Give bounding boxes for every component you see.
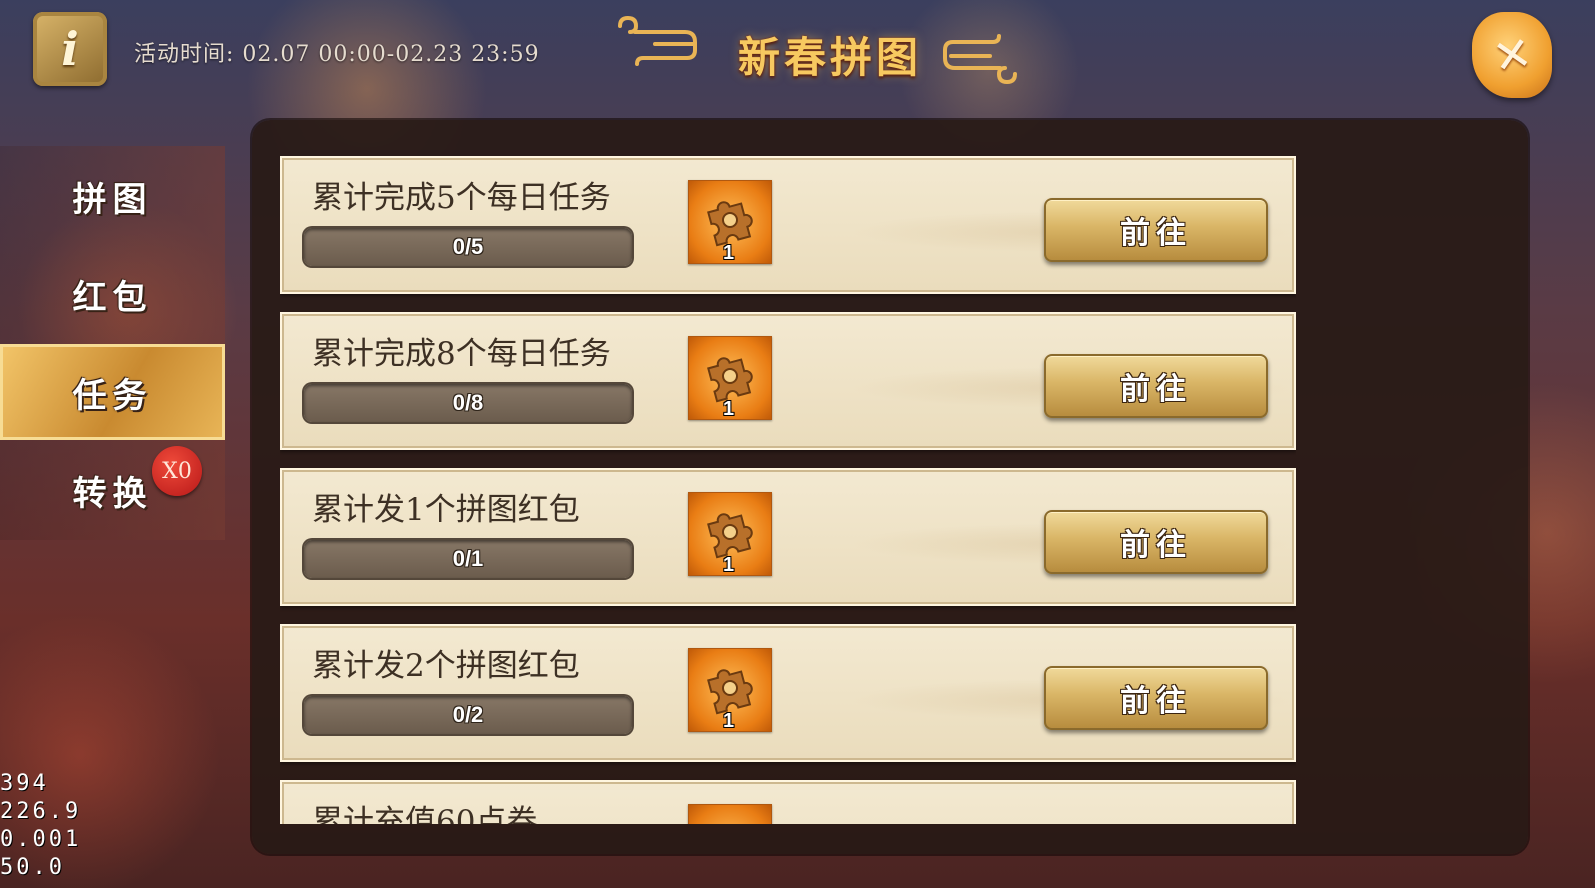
- close-button[interactable]: ✕: [1472, 12, 1552, 98]
- info-icon: i: [61, 22, 79, 76]
- tab-red-packet[interactable]: 红包: [0, 246, 225, 342]
- debug-stats: 394 226.9 0.001 50.0: [0, 770, 81, 882]
- progress-bar: 0/1: [304, 540, 632, 578]
- close-icon: ✕: [1488, 25, 1536, 85]
- reward-count: 1: [723, 710, 735, 732]
- reward-item[interactable]: 1: [688, 336, 772, 420]
- progress-text: 0/1: [452, 546, 484, 571]
- task-title: 累计发2个拼图红包: [312, 648, 580, 684]
- progress-text: 0/2: [452, 702, 484, 727]
- tab-puzzle[interactable]: 拼图: [0, 148, 225, 244]
- puzzle-piece-icon: [697, 811, 763, 824]
- task-row: 累计发1个拼图红包 0/1 1 前往: [280, 468, 1296, 606]
- progress-text: 0/5: [452, 234, 484, 259]
- info-button[interactable]: i: [33, 12, 107, 86]
- reward-count: 1: [723, 398, 735, 420]
- go-button[interactable]: 前往: [1044, 354, 1268, 418]
- reward-item[interactable]: 1: [688, 648, 772, 732]
- go-button[interactable]: 前往: [1044, 198, 1268, 262]
- progress-bar: 0/2: [304, 696, 632, 734]
- debug-line: 226.9: [0, 799, 82, 824]
- progress-bar: 0/5: [304, 228, 632, 266]
- task-row: 累计完成5个每日任务 0/5 1 前往: [280, 156, 1296, 294]
- task-row: 累计发2个拼图红包 0/2 1 前往: [280, 624, 1296, 762]
- reward-item[interactable]: 1: [688, 492, 772, 576]
- task-list[interactable]: 累计完成5个每日任务 0/5 1 前往 累计完成8个每日任务 0/8 1 前往 …: [280, 156, 1296, 824]
- progress-bar: 0/8: [304, 384, 632, 422]
- reward-count: 1: [723, 554, 735, 576]
- task-title: 累计充值60点券: [312, 804, 538, 824]
- task-row: 累计充值60点券: [280, 780, 1296, 824]
- convert-count-badge: X0: [152, 446, 202, 496]
- reward-item[interactable]: [688, 804, 772, 824]
- task-title: 累计完成5个每日任务: [312, 180, 611, 216]
- go-button[interactable]: 前往: [1044, 510, 1268, 574]
- task-panel: 累计完成5个每日任务 0/5 1 前往 累计完成8个每日任务 0/8 1 前往 …: [252, 120, 1528, 854]
- progress-text: 0/8: [452, 390, 484, 415]
- tab-tasks[interactable]: 任务: [0, 344, 225, 440]
- reward-item[interactable]: 1: [688, 180, 772, 264]
- go-button[interactable]: 前往: [1044, 666, 1268, 730]
- reward-count: 1: [723, 242, 735, 264]
- task-row: 累计完成8个每日任务 0/8 1 前往: [280, 312, 1296, 450]
- page-title: 新春拼图: [737, 33, 922, 82]
- debug-line: 394: [0, 771, 49, 796]
- debug-line: 50.0: [0, 855, 65, 880]
- event-time: 活动时间: 02.07 00:00-02.23 23:59: [134, 42, 540, 67]
- task-title: 累计完成8个每日任务: [312, 336, 611, 372]
- debug-line: 0.001: [0, 827, 82, 852]
- title-banner: 新春拼图: [615, 14, 1035, 86]
- task-title: 累计发1个拼图红包: [312, 492, 580, 528]
